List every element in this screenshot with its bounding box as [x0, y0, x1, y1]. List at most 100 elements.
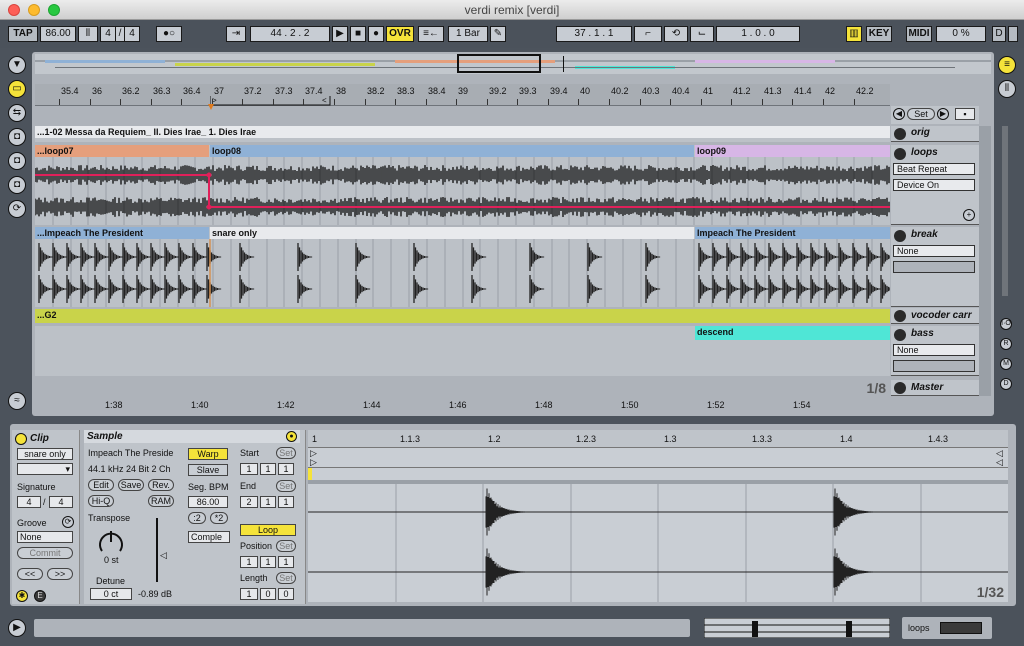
- gain-slider[interactable]: [156, 518, 158, 582]
- add-automation-icon[interactable]: +: [963, 209, 975, 221]
- length-beat[interactable]: 0: [260, 588, 276, 600]
- end-bar[interactable]: 2: [240, 496, 258, 508]
- metronome-icon[interactable]: ●○: [156, 26, 182, 42]
- track-header-loops[interactable]: loops Beat Repeat Device On +: [891, 145, 979, 225]
- hiq-button[interactable]: Hi-Q: [88, 495, 114, 507]
- length-bar[interactable]: 1: [240, 588, 258, 600]
- groove-select[interactable]: None: [17, 531, 73, 543]
- sample-launch-icon[interactable]: ●: [286, 431, 297, 442]
- next-locator-icon[interactable]: ▶: [937, 108, 949, 120]
- sig-den-field[interactable]: 4: [49, 496, 73, 508]
- loop-start-field[interactable]: 37 . 1 . 1: [556, 26, 632, 42]
- clip-activator-icon[interactable]: [15, 433, 27, 445]
- hot-swap-icon[interactable]: ⟳: [8, 200, 26, 218]
- track-fold-icon[interactable]: [894, 230, 906, 242]
- time-ruler[interactable]: 1:38 1:40 1:42 1:44 1:46 1:48 1:50 1:52 1:54: [35, 396, 890, 412]
- parameter-chooser[interactable]: Device On: [893, 179, 975, 191]
- editor-ruler[interactable]: 1 1.1.3 1.2 1.2.3 1.3 1.3.3 1.4 1.4.3: [308, 430, 1008, 448]
- clip-nav-left-button[interactable]: <<: [17, 568, 43, 580]
- track-fold-icon[interactable]: [894, 310, 906, 322]
- length-set-button[interactable]: Set: [276, 572, 296, 584]
- loop-length-field[interactable]: 1 . 0 . 0: [716, 26, 800, 42]
- start-beat[interactable]: 1: [260, 463, 276, 475]
- clip-impeach-2[interactable]: Impeach The President: [695, 227, 890, 239]
- stop-icon[interactable]: ■: [350, 26, 366, 42]
- end-set-button[interactable]: Set: [276, 480, 296, 492]
- position-beat[interactable]: 1: [260, 556, 276, 568]
- track-break-lane[interactable]: ...Impeach The President snare only Impe…: [35, 227, 890, 307]
- clip-snare-only[interactable]: snare only: [210, 227, 694, 239]
- device-chooser[interactable]: Beat Repeat: [893, 163, 975, 175]
- set-locator-button[interactable]: Set: [907, 108, 935, 120]
- loop-switch-icon[interactable]: ⟲: [664, 26, 688, 42]
- beat-ruler[interactable]: > < 35.4 36 36.2 36.3 36.4 37 37.2 37.3 37.4 38 38…: [35, 84, 890, 106]
- transpose-knob[interactable]: [96, 527, 126, 557]
- end-marker[interactable]: ◁: [996, 457, 1003, 468]
- file-browser-2-icon[interactable]: ◘: [8, 152, 26, 170]
- track-fold-icon[interactable]: [894, 148, 906, 160]
- track-bass-lane[interactable]: descend: [35, 326, 890, 376]
- device-chooser[interactable]: None: [893, 245, 975, 257]
- key-map-button[interactable]: KEY: [866, 26, 892, 42]
- io-icon[interactable]: I·O: [1000, 318, 1012, 330]
- song-position-field[interactable]: 44 . 2 . 2: [250, 26, 330, 42]
- seg-bpm-field[interactable]: 86.00: [188, 496, 228, 508]
- nudge-icon[interactable]: ⦀: [78, 26, 98, 42]
- launch-icon[interactable]: ✱: [16, 590, 28, 602]
- device-chooser[interactable]: None: [893, 344, 975, 356]
- plugin-browser-icon[interactable]: ⇆: [8, 104, 26, 122]
- track-vocoder-lane[interactable]: ...G2: [35, 309, 890, 323]
- start-set-button[interactable]: Set: [276, 447, 296, 459]
- warp-button[interactable]: Warp: [188, 448, 228, 460]
- draw-mode-icon[interactable]: ✎: [490, 26, 506, 42]
- loop-markers-row[interactable]: ▷ ▷ ◁ ◁: [308, 448, 1008, 468]
- save-button[interactable]: Save: [118, 479, 144, 491]
- position-sixteenth[interactable]: 1: [278, 556, 294, 568]
- overdub-button[interactable]: OVR: [386, 26, 414, 42]
- track-fold-icon[interactable]: [894, 382, 906, 394]
- clip-orig[interactable]: ...1-02 Messa da Requiem_ II. Dies Irae_…: [35, 126, 890, 138]
- delay-icon[interactable]: D: [1000, 378, 1012, 390]
- device-browser-icon[interactable]: ▭: [8, 80, 26, 98]
- file-browser-1-icon[interactable]: ◘: [8, 128, 26, 146]
- ram-button[interactable]: RAM: [148, 495, 174, 507]
- sig-num-field[interactable]: 4: [17, 496, 41, 508]
- sample-editor[interactable]: 1 1.1.3 1.2 1.2.3 1.3 1.3.3 1.4 1.4.3 ▷ ▷ ◁ ◁ 1…: [308, 430, 1008, 602]
- computer-midi-keyboard-icon[interactable]: ▥: [846, 26, 862, 42]
- tempo-field[interactable]: 86.00: [40, 26, 76, 42]
- envelope-icon[interactable]: E: [34, 590, 46, 602]
- follow-song-icon[interactable]: ▪: [955, 108, 975, 120]
- file-browser-3-icon[interactable]: ◘: [8, 176, 26, 194]
- commit-button[interactable]: Commit: [17, 547, 73, 559]
- session-view-icon[interactable]: ⦀: [998, 80, 1016, 98]
- track-orig-lane[interactable]: ...1-02 Messa da Requiem_ II. Dies Irae_…: [35, 126, 890, 142]
- slave-button[interactable]: Slave: [188, 464, 228, 476]
- clip-impeach-1[interactable]: ...Impeach The President: [35, 227, 209, 239]
- track-header-break[interactable]: break None: [891, 227, 979, 307]
- clip-loop08[interactable]: loop08: [210, 145, 694, 157]
- arrangement-view-icon[interactable]: ≡: [998, 56, 1016, 74]
- half-tempo-button[interactable]: :2: [188, 512, 206, 524]
- detune-field[interactable]: 0 ct: [90, 588, 132, 600]
- groove-hotswap-icon[interactable]: ⟳: [62, 516, 74, 528]
- automation-curve-icon[interactable]: ≈: [8, 392, 26, 410]
- returns-icon[interactable]: R: [1000, 338, 1012, 350]
- track-loops-lane[interactable]: ...loop07 loop08 loop09: [35, 145, 890, 225]
- double-tempo-button[interactable]: *2: [210, 512, 228, 524]
- punch-in-icon[interactable]: ⌐: [634, 26, 662, 42]
- track-fold-icon[interactable]: [894, 329, 906, 341]
- tap-button[interactable]: TAP: [8, 26, 38, 42]
- sig-den[interactable]: 4: [124, 26, 140, 42]
- quantize-select[interactable]: 1 Bar: [448, 26, 488, 42]
- clip-name-field[interactable]: snare only: [17, 448, 73, 460]
- end-beat[interactable]: 1: [260, 496, 276, 508]
- clip-g2[interactable]: ...G2: [35, 309, 890, 323]
- track-fold-icon[interactable]: [894, 128, 906, 140]
- position-bar[interactable]: 1: [240, 556, 258, 568]
- clip-descend[interactable]: descend: [695, 326, 890, 340]
- track-header-vocoder[interactable]: vocoder carr: [891, 308, 979, 324]
- prev-locator-icon[interactable]: ◀: [893, 108, 905, 120]
- punch-out-icon[interactable]: ⌙: [690, 26, 714, 42]
- loop-region-marker[interactable]: [308, 468, 312, 480]
- position-set-button[interactable]: Set: [276, 540, 296, 552]
